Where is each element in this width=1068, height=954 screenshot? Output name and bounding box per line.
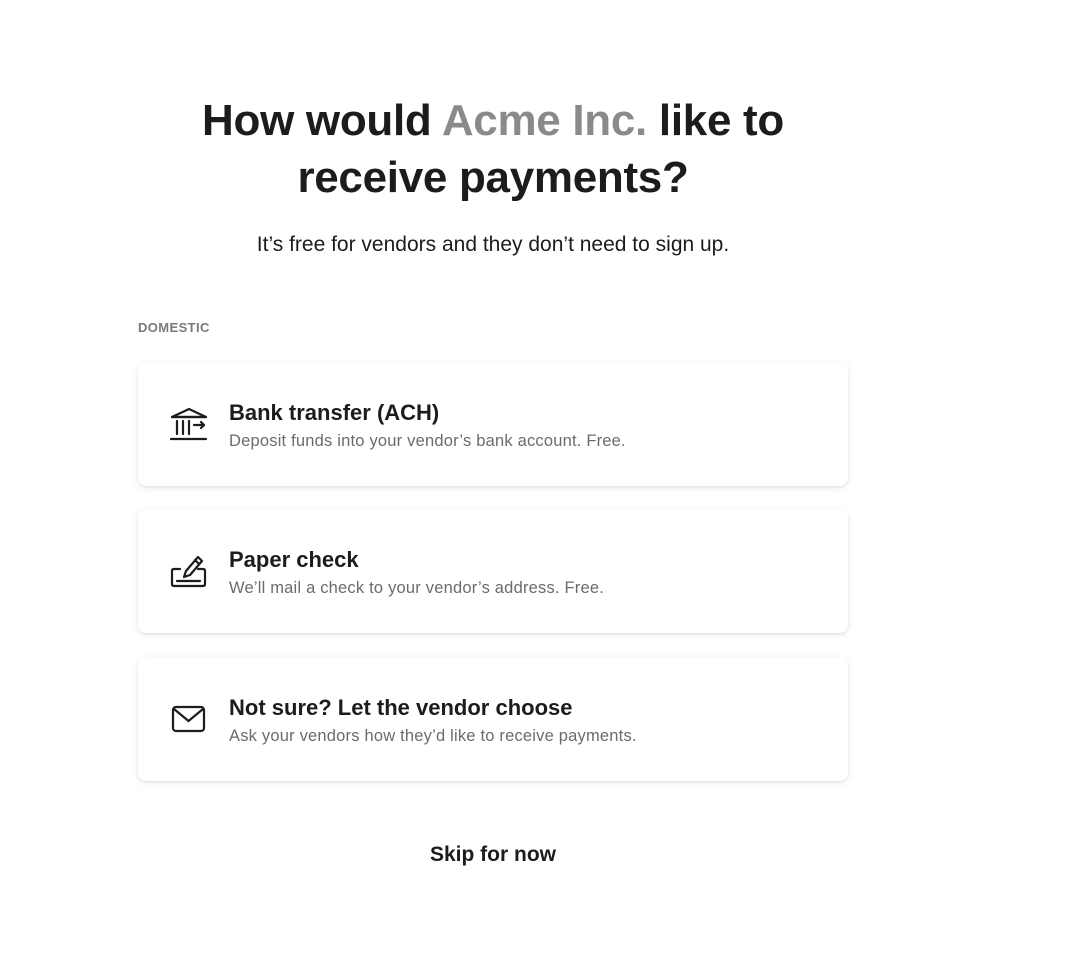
skip-for-now-button[interactable]: Skip for now (430, 840, 556, 870)
skip-container: Skip for now (138, 840, 848, 870)
option-title: Bank transfer (ACH) (229, 400, 440, 425)
option-description: We’ll mail a check to your vendor’s addr… (229, 579, 604, 597)
title-prefix: How would (202, 96, 432, 145)
bank-icon (170, 406, 208, 442)
check-pen-icon (170, 553, 208, 589)
page-subtitle: It’s free for vendors and they don’t nee… (256, 233, 730, 256)
section-label-domestic: DOMESTIC (138, 320, 210, 335)
page-title: How would Acme Inc. like to receive paym… (138, 92, 848, 206)
option-title: Not sure? Let the vendor choose (229, 695, 573, 720)
option-card-vendor-choose[interactable]: Not sure? Let the vendor choose Ask your… (138, 657, 848, 781)
option-description: Deposit funds into your vendor’s bank ac… (229, 432, 626, 450)
envelope-icon (170, 701, 208, 737)
option-title: Paper check (229, 547, 359, 572)
vendor-name: Acme Inc. (441, 96, 647, 145)
option-card-bank-transfer[interactable]: Bank transfer (ACH) Deposit funds into y… (138, 362, 848, 486)
option-description: Ask your vendors how they’d like to rece… (229, 727, 637, 745)
option-card-paper-check[interactable]: Paper check We’ll mail a check to your v… (138, 509, 848, 633)
